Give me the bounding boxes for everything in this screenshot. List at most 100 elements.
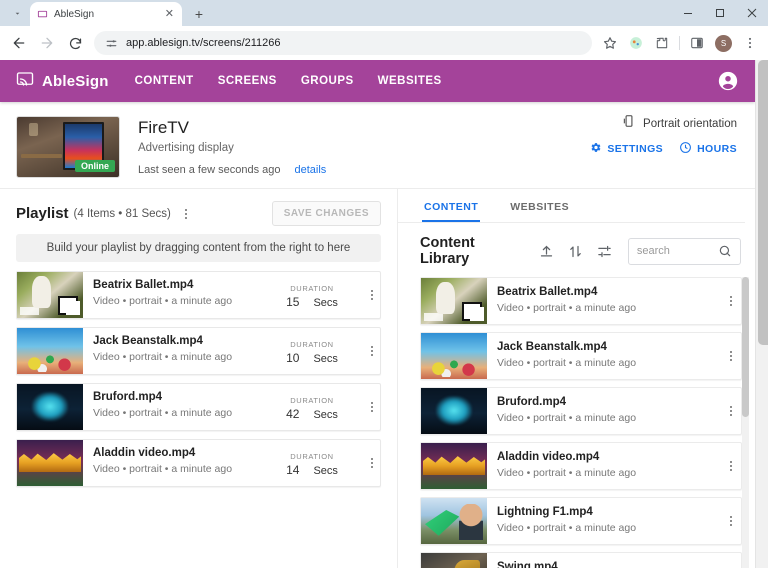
page-scrollbar[interactable]	[755, 60, 768, 568]
playlist-drop-hint: Build your playlist by dragging content …	[16, 234, 381, 262]
nav-content[interactable]: CONTENT	[135, 75, 194, 87]
nav-websites[interactable]: WEBSITES	[378, 75, 442, 87]
sort-icon[interactable]	[568, 244, 583, 259]
new-tab-button[interactable]: +	[188, 3, 210, 25]
filter-settings-icon[interactable]	[597, 244, 612, 259]
library-scrollbar[interactable]	[742, 277, 749, 568]
nav-groups[interactable]: GROUPS	[301, 75, 354, 87]
library-scrollbar-thumb[interactable]	[742, 277, 749, 417]
playlist-row-meta-text: Video • portrait • a minute ago	[93, 463, 266, 475]
upload-icon[interactable]	[539, 244, 554, 259]
nav-screens[interactable]: SCREENS	[218, 75, 277, 87]
library-row[interactable]: Jack Beanstalk.mp4Video • portrait • a m…	[420, 332, 742, 380]
url-text: app.ablesign.tv/screens/211266	[126, 37, 281, 49]
library-row-meta: Bruford.mp4Video • portrait • a minute a…	[487, 388, 715, 434]
library-row[interactable]: Beatrix Ballet.mp4Video • portrait • a m…	[420, 277, 742, 325]
library-row[interactable]: Bruford.mp4Video • portrait • a minute a…	[420, 387, 742, 435]
playlist-row-meta-text: Video • portrait • a minute ago	[93, 295, 266, 307]
duration-value[interactable]: 14	[286, 463, 299, 477]
library-row-thumbnail	[421, 333, 487, 379]
library-row-menu-icon[interactable]	[722, 457, 740, 475]
duration-value[interactable]: 42	[286, 407, 299, 421]
maximize-icon[interactable]	[704, 0, 736, 26]
library-row-menu-icon[interactable]	[722, 292, 740, 310]
device-last-seen-row: Last seen a few seconds ago details	[138, 164, 326, 176]
tab-websites[interactable]: WEBSITES	[508, 195, 571, 222]
tab-content[interactable]: CONTENT	[422, 195, 480, 222]
library-row-meta: Lightning F1.mp4 Video • portrait • a min…	[487, 498, 715, 544]
device-last-seen: Last seen a few seconds ago	[138, 164, 280, 176]
orientation-text: Portrait orientation	[643, 118, 737, 130]
arrow-forward-icon[interactable]	[34, 30, 60, 56]
library-row-thumbnail	[421, 443, 487, 489]
duration-unit: Secs	[313, 297, 337, 309]
close-icon[interactable]	[736, 0, 768, 26]
library-toolbar	[539, 244, 612, 259]
playlist-row-thumbnail	[17, 440, 83, 486]
search-icon[interactable]	[718, 244, 732, 258]
arrow-back-icon[interactable]	[6, 30, 32, 56]
playlist-row-meta: Aladdin video.mp4Video • portrait • a mi…	[83, 440, 266, 486]
app-header: AbleSign CONTENT SCREENS GROUPS WEBSITES	[0, 60, 755, 102]
status-badge: Online	[75, 160, 115, 172]
library-row-meta-text: Video • portrait • a minute ago	[497, 522, 715, 534]
playlist-row[interactable]: Jack Beanstalk.mp4Video • portrait • a m…	[16, 327, 381, 375]
library-row-meta-text: Video • portrait • a minute ago	[497, 302, 715, 314]
duration-value[interactable]: 10	[286, 351, 299, 365]
split-view-icon[interactable]	[685, 31, 709, 55]
library-row-meta: Jack Beanstalk.mp4Video • portrait • a m…	[487, 333, 715, 379]
playlist-row[interactable]: Aladdin video.mp4Video • portrait • a mi…	[16, 439, 381, 487]
library-row[interactable]: Swing.mp4Video • portrait • a minute ago	[420, 552, 742, 568]
reload-icon[interactable]	[62, 30, 88, 56]
browser-window: AbleSign ✕ +	[0, 0, 768, 568]
close-icon[interactable]: ✕	[163, 9, 176, 20]
playlist-row-menu-icon[interactable]	[364, 398, 380, 416]
library-row-thumbnail	[421, 278, 487, 324]
extension-color-icon[interactable]	[624, 31, 648, 55]
playlist-row-menu-icon[interactable]	[364, 342, 380, 360]
minimize-icon[interactable]	[672, 0, 704, 26]
duration-unit: Secs	[313, 465, 337, 477]
playlist-menu-icon[interactable]	[177, 205, 195, 223]
library-row-thumbnail	[421, 498, 487, 544]
settings-button[interactable]: SETTINGS	[589, 141, 663, 157]
clock-icon	[679, 141, 692, 157]
save-changes-button[interactable]: SAVE CHANGES	[272, 201, 381, 226]
playlist-row-menu-wrap	[358, 328, 380, 374]
extensions-puzzle-icon[interactable]	[650, 31, 674, 55]
playlist-row[interactable]: Beatrix Ballet.mp4Video • portrait • a m…	[16, 271, 381, 319]
playlist-row-duration: DURATION10Secs	[266, 328, 358, 374]
page-scrollbar-thumb[interactable]	[758, 60, 768, 345]
search-input[interactable]: search	[628, 238, 741, 265]
library-row[interactable]: Aladdin video.mp4Video • portrait • a mi…	[420, 442, 742, 490]
library-row[interactable]: Lightning F1.mp4 Video • portrait • a min…	[420, 497, 742, 545]
kebab-menu-icon[interactable]	[738, 31, 762, 55]
library-row-meta-text: Video • portrait • a minute ago	[497, 412, 715, 424]
library-row-name: Lightning F1.mp4	[497, 506, 715, 518]
playlist-row-duration: DURATION14Secs	[266, 440, 358, 486]
brand-logo[interactable]: AbleSign	[16, 70, 109, 93]
duration-value[interactable]: 15	[286, 295, 299, 309]
playlist-row-thumbnail	[17, 272, 83, 318]
playlist-row-menu-icon[interactable]	[364, 286, 380, 304]
star-icon[interactable]	[598, 31, 622, 55]
monitor-icon	[36, 8, 48, 20]
hours-button[interactable]: HOURS	[679, 141, 737, 157]
playlist-row-menu-icon[interactable]	[364, 454, 380, 472]
playlist-row-meta: Bruford.mp4Video • portrait • a minute a…	[83, 384, 266, 430]
app-nav: CONTENT SCREENS GROUPS WEBSITES	[135, 75, 442, 87]
library-row-menu-icon[interactable]	[722, 402, 740, 420]
library-row-menu-icon[interactable]	[722, 512, 740, 530]
tab-search-icon[interactable]	[6, 2, 28, 24]
library-row-menu-icon[interactable]	[722, 347, 740, 365]
profile-avatar[interactable]: S	[715, 35, 732, 52]
gear-icon	[589, 141, 602, 157]
address-bar[interactable]: app.ablesign.tv/screens/211266	[94, 31, 592, 55]
account-circle-icon[interactable]	[717, 70, 739, 92]
playlist-row[interactable]: Bruford.mp4Video • portrait • a minute a…	[16, 383, 381, 431]
details-link[interactable]: details	[294, 164, 326, 176]
tune-icon[interactable]	[104, 36, 118, 50]
browser-tab[interactable]: AbleSign ✕	[30, 2, 182, 26]
web-page: AbleSign CONTENT SCREENS GROUPS WEBSITES	[0, 60, 755, 568]
library-row-menu-wrap	[715, 278, 741, 324]
